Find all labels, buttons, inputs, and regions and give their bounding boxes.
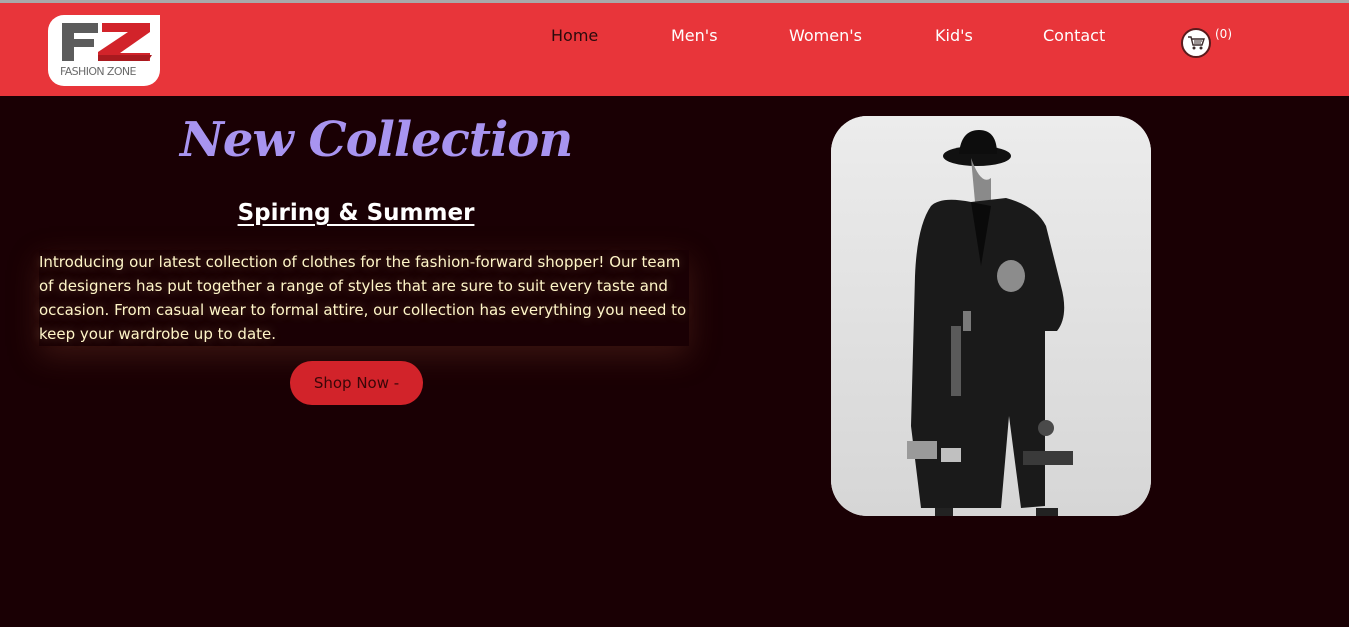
shop-now-button[interactable]: Shop Now -	[290, 361, 423, 405]
site-header: FASHION ZONE Home Men's Women's Kid's Co…	[0, 3, 1349, 96]
shopping-cart-icon	[1188, 36, 1205, 50]
nav-contact[interactable]: Contact	[1043, 26, 1105, 45]
nav-mens[interactable]: Men's	[671, 26, 718, 45]
hero-title: New Collection	[180, 112, 573, 168]
nav-womens[interactable]: Women's	[789, 26, 862, 45]
hero-intro-text: Introducing our latest collection of clo…	[39, 250, 689, 346]
nav-kids[interactable]: Kid's	[935, 26, 973, 45]
brand-logo[interactable]: FASHION ZONE	[48, 15, 160, 86]
cart-button[interactable]	[1181, 28, 1211, 58]
nav-home[interactable]: Home	[551, 26, 598, 45]
logo-text: FASHION ZONE	[60, 65, 137, 78]
model-image-icon	[831, 116, 1151, 516]
cart-count: (0)	[1215, 27, 1232, 41]
hero-model-photo	[831, 116, 1151, 516]
hero-subtitle: Spiring & Summer	[237, 200, 475, 226]
